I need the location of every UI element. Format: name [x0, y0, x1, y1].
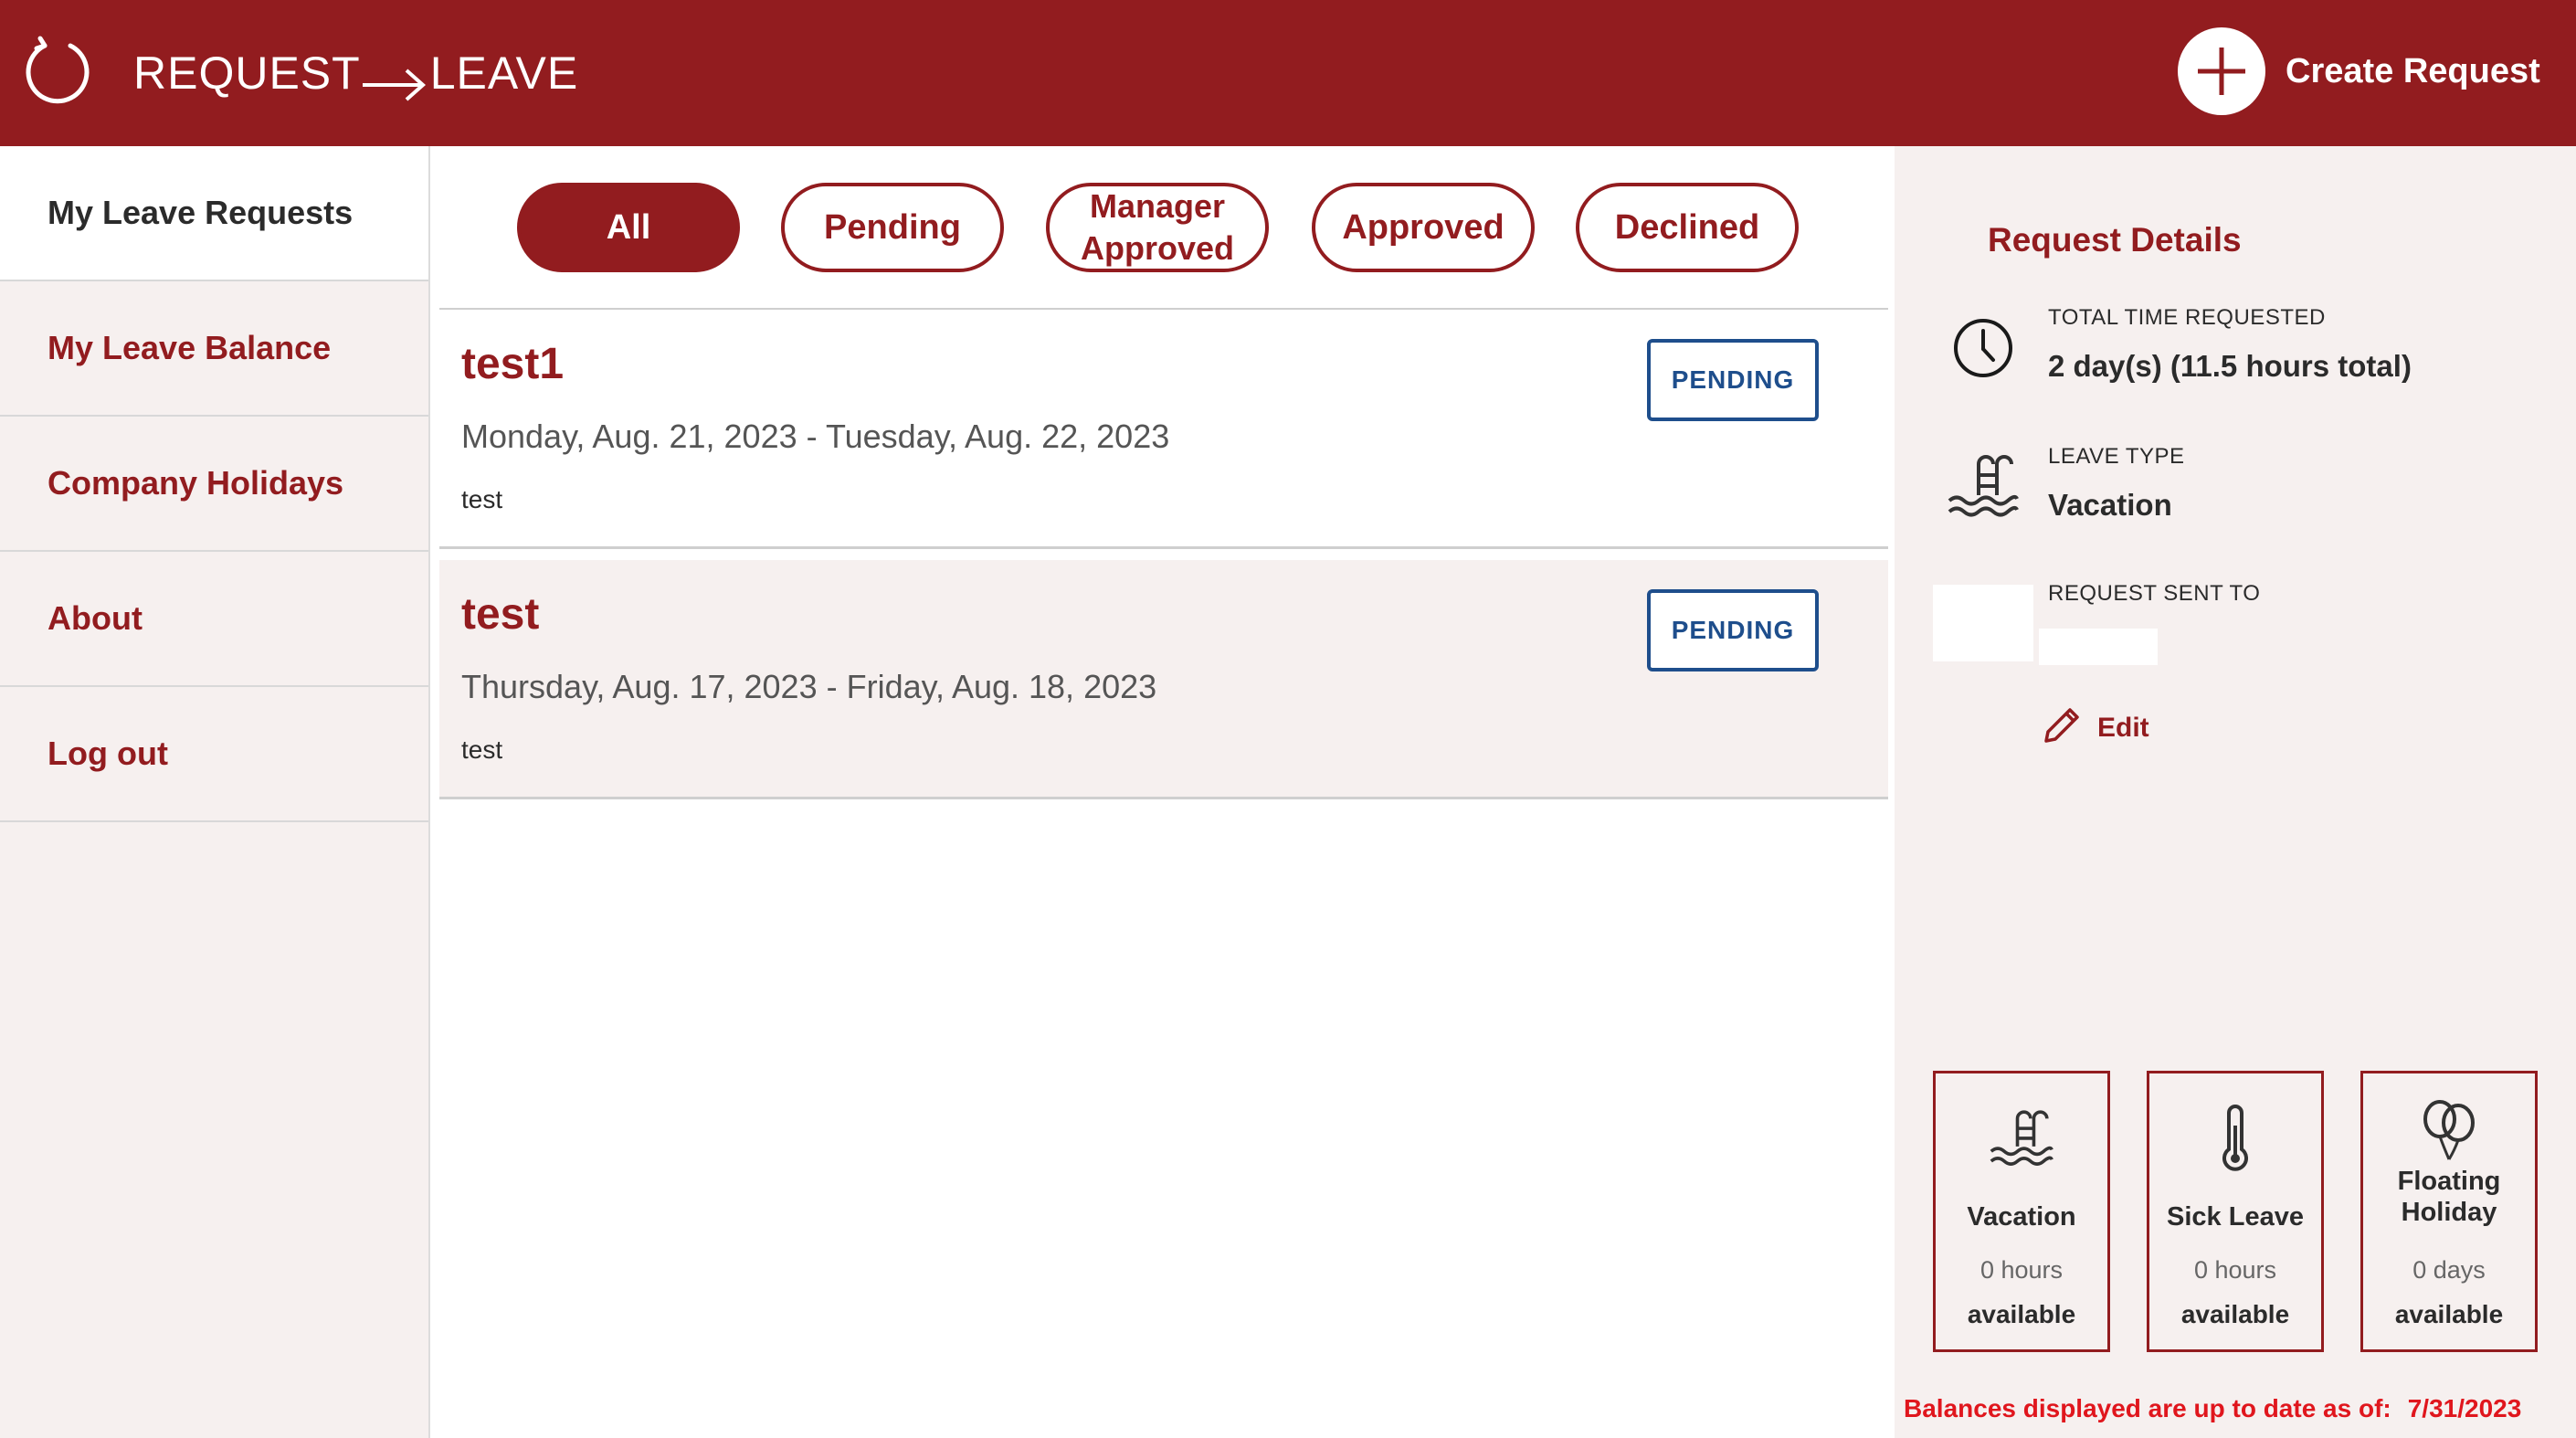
request-note: test [461, 485, 503, 513]
filter-pending[interactable]: Pending [781, 183, 1004, 272]
filter-approved[interactable]: Approved [1312, 183, 1535, 272]
total-time-value: 2 day(s) (11.5 hours total) [2048, 349, 2412, 383]
pencil-icon [2041, 706, 2081, 751]
leave-type-value: Vacation [2048, 488, 2172, 522]
status-badge: PENDING [1647, 339, 1819, 421]
sidebar-item-my-leave-requests[interactable]: My Leave Requests [0, 146, 428, 281]
balance-available-label: available [2180, 1300, 2290, 1328]
balance-name: Vacation [1967, 1202, 2076, 1232]
edit-request-button[interactable]: Edit [2041, 707, 2149, 749]
request-dates: Monday, Aug. 21, 2023 - Tuesday, Aug. 22… [461, 418, 1170, 455]
app-header: REQUEST LEAVE Create Request [0, 0, 2576, 146]
status-badge: PENDING [1647, 589, 1819, 671]
sidebar-item-log-out[interactable]: Log out [0, 687, 428, 822]
request-list: test1 Monday, Aug. 21, 2023 - Tuesday, A… [439, 308, 1888, 799]
request-sent-to-label: REQUEST SENT TO [2048, 581, 2261, 606]
leave-type-label: LEAVE TYPE [2048, 444, 2185, 469]
sidebar-item-about[interactable]: About [0, 552, 428, 687]
app-title: REQUEST LEAVE [133, 40, 578, 106]
sidebar-item-label: Log out [48, 735, 168, 772]
balance-updated-note: Balances displayed are up to date as of:… [1904, 1394, 2521, 1423]
sidebar-item-label: Company Holidays [48, 464, 344, 502]
balance-name: Sick Leave [2167, 1202, 2304, 1232]
balance-name: Floating Holiday [2397, 1167, 2501, 1227]
create-request-label: Create Request [2286, 51, 2540, 90]
balance-available-label: available [2394, 1300, 2504, 1328]
clock-icon [1951, 316, 2015, 385]
sidebar: My Leave Requests My Leave Balance Compa… [0, 146, 430, 1438]
sidebar-item-my-leave-balance[interactable]: My Leave Balance [0, 281, 428, 417]
balloons-icon [2363, 1094, 2535, 1167]
balance-updated-date: 7/31/2023 [2407, 1394, 2522, 1422]
approver-avatar [1933, 585, 2033, 661]
request-title: test1 [461, 340, 565, 388]
total-time-label: TOTAL TIME REQUESTED [2048, 305, 2326, 330]
app-title-right: LEAVE [429, 48, 579, 99]
refresh-icon[interactable] [22, 35, 93, 106]
balance-amount: 0 hours [1980, 1256, 2064, 1284]
sidebar-item-label: About [48, 599, 143, 637]
request-list-panel: All Pending Manager Approved Approved De… [430, 146, 1895, 1438]
pool-ladder-icon [1936, 1101, 2107, 1174]
thermometer-icon [2149, 1101, 2321, 1174]
filter-declined[interactable]: Declined [1576, 183, 1799, 272]
balance-card-sick-leave[interactable]: Sick Leave 0 hours available [2147, 1071, 2324, 1352]
balance-card-vacation[interactable]: Vacation 0 hours available [1933, 1071, 2110, 1352]
balance-amount: 0 hours [2193, 1256, 2277, 1284]
sidebar-item-label: My Leave Balance [48, 329, 332, 366]
balance-amount: 0 days [2412, 1256, 2486, 1284]
create-request-button[interactable]: Create Request [2178, 27, 2540, 115]
pool-ladder-icon [1948, 453, 2019, 522]
edit-label: Edit [2097, 713, 2149, 743]
filter-all[interactable]: All [517, 183, 740, 272]
details-title: Request Details [1988, 221, 2242, 259]
approver-name [2039, 629, 2158, 665]
arrow-right-icon [361, 55, 427, 101]
balance-available-label: available [1967, 1300, 2076, 1328]
app-title-left: REQUEST [133, 48, 361, 99]
filter-manager-approved[interactable]: Manager Approved [1046, 183, 1269, 272]
balance-card-floating-holiday[interactable]: Floating Holiday 0 days available [2360, 1071, 2538, 1352]
sidebar-item-label: My Leave Requests [48, 194, 354, 231]
balance-updated-text: Balances displayed are up to date as of: [1904, 1394, 2391, 1422]
request-details-panel: Request Details TOTAL TIME REQUESTED 2 d… [1895, 146, 2576, 1438]
request-item[interactable]: test Thursday, Aug. 17, 2023 - Friday, A… [439, 560, 1888, 799]
request-title: test [461, 590, 540, 639]
request-note: test [461, 735, 503, 764]
request-dates: Thursday, Aug. 17, 2023 - Friday, Aug. 1… [461, 668, 1157, 705]
plus-icon [2178, 27, 2265, 115]
sidebar-item-company-holidays[interactable]: Company Holidays [0, 417, 428, 552]
request-item[interactable]: test1 Monday, Aug. 21, 2023 - Tuesday, A… [439, 310, 1888, 549]
status-filters: All Pending Manager Approved Approved De… [430, 146, 1895, 309]
